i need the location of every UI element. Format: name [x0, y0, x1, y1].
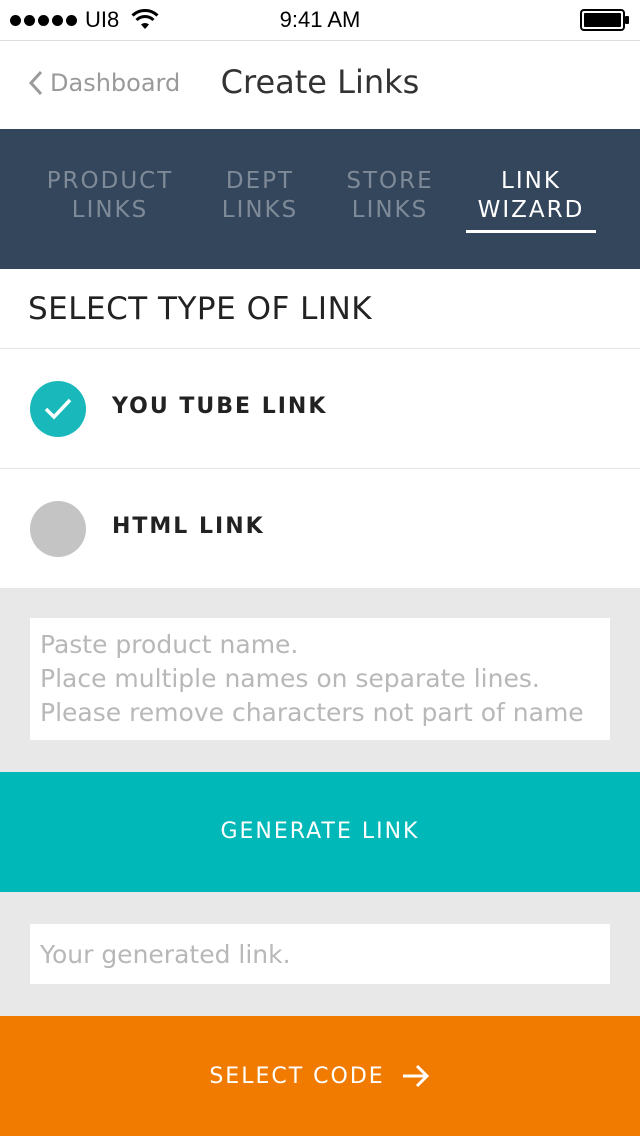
status-bar: UI8 9:41 AM — [0, 0, 640, 40]
tab-store-links[interactable]: STORE LINKS — [330, 167, 450, 225]
tab-label-line2: WIZARD — [477, 197, 585, 223]
generate-link-button[interactable]: GENERATE LINK — [0, 772, 640, 892]
select-code-label: SELECT CODE — [209, 1063, 385, 1089]
navigation-bar: Dashboard Create Links — [0, 40, 640, 129]
tab-link-wizard[interactable]: LINK WIZARD — [466, 167, 596, 225]
tab-label-line2: LINKS — [351, 197, 429, 223]
status-time: 9:41 AM — [279, 7, 361, 32]
tab-bar: PRODUCT LINKS DEPT LINKS STORE LINKS LIN… — [0, 129, 640, 269]
option-html-link[interactable]: HTML LINK — [0, 469, 640, 589]
option-label: HTML LINK — [112, 514, 265, 539]
tab-product-links[interactable]: PRODUCT LINKS — [40, 167, 180, 225]
product-names-input[interactable] — [30, 618, 610, 740]
tab-label-line1: PRODUCT — [46, 168, 174, 194]
radio-checked[interactable] — [30, 381, 86, 437]
tab-label-line2: LINKS — [71, 197, 149, 223]
select-code-button[interactable]: SELECT CODE — [0, 1016, 640, 1136]
option-label: YOU TUBE LINK — [112, 394, 328, 419]
tab-label-line1: DEPT — [225, 168, 295, 194]
tab-label-line1: STORE — [346, 168, 434, 194]
section-header: SELECT TYPE OF LINK — [0, 269, 640, 349]
radio-unchecked[interactable] — [30, 501, 86, 557]
arrow-right-icon — [402, 1064, 429, 1088]
tab-label-line1: LINK — [501, 168, 561, 194]
tab-label-line2: LINKS — [221, 197, 299, 223]
battery-icon — [580, 9, 629, 31]
section-title: SELECT TYPE OF LINK — [28, 291, 373, 327]
page-title: Create Links — [220, 63, 420, 101]
option-youtube-link[interactable]: YOU TUBE LINK — [0, 349, 640, 469]
active-tab-indicator — [466, 230, 596, 233]
tab-dept-links[interactable]: DEPT LINKS — [200, 167, 320, 225]
checkmark-icon — [44, 398, 72, 420]
generated-link-field[interactable] — [30, 924, 610, 984]
